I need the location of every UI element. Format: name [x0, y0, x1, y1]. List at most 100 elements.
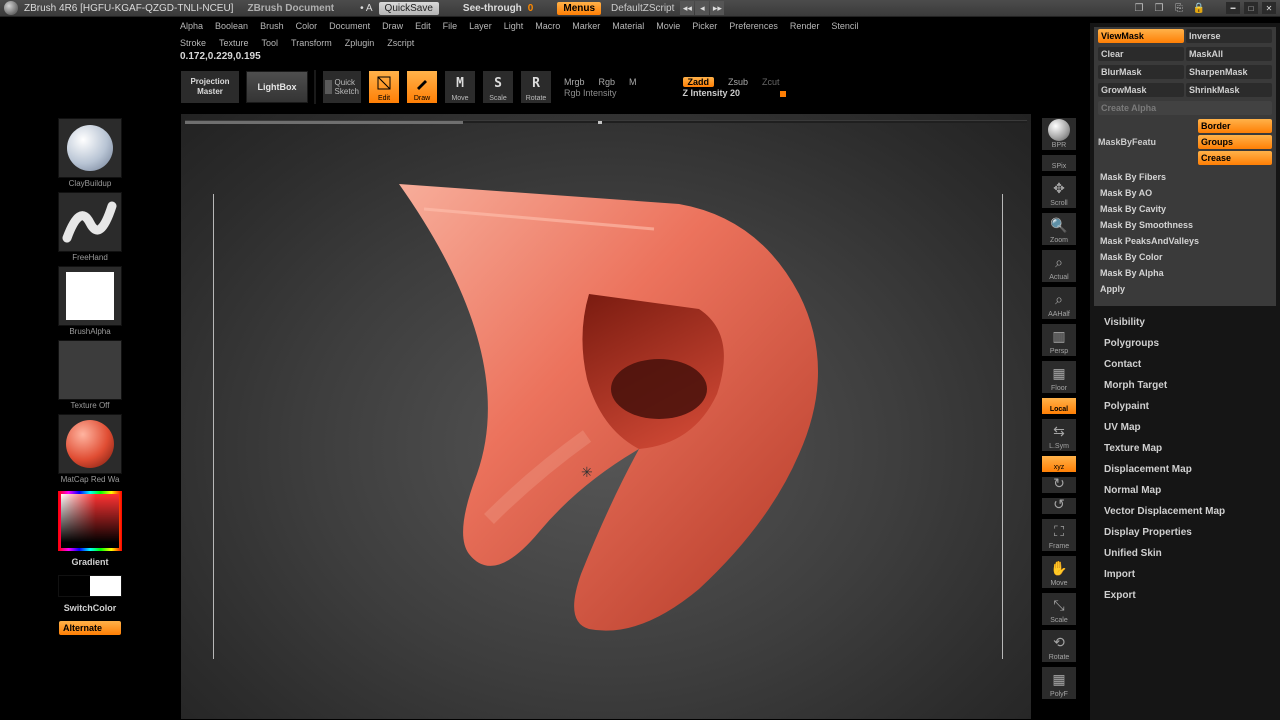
- alternate-button[interactable]: Alternate: [59, 621, 121, 635]
- menu-dot-a[interactable]: • A: [360, 3, 372, 14]
- section-polygroups[interactable]: Polygroups: [1100, 333, 1270, 354]
- section-morphtarget[interactable]: Morph Target: [1100, 375, 1270, 396]
- mask-by-smoothness[interactable]: Mask By Smoothness: [1098, 217, 1272, 233]
- rot-y-button[interactable]: ↻: [1041, 476, 1077, 494]
- rotate-view-button[interactable]: ⟲Rotate: [1041, 629, 1077, 663]
- mask-peaksvalleys[interactable]: Mask PeaksAndValleys: [1098, 233, 1272, 249]
- zsub-toggle[interactable]: Zsub: [728, 77, 748, 87]
- menu-render[interactable]: Render: [790, 21, 820, 31]
- rotate-mode-button[interactable]: RRotate: [520, 70, 552, 104]
- groups-button[interactable]: Groups: [1198, 135, 1272, 149]
- stroke-slot[interactable]: FreeHand: [58, 192, 122, 262]
- maximize-icon[interactable]: □: [1244, 2, 1258, 14]
- switchcolor-label[interactable]: SwitchColor: [4, 603, 176, 613]
- lock-icon[interactable]: 🔒: [1192, 1, 1206, 15]
- menu-brush[interactable]: Brush: [260, 21, 284, 31]
- section-texturemap[interactable]: Texture Map: [1100, 438, 1270, 459]
- section-import[interactable]: Import: [1100, 564, 1270, 585]
- clear-button[interactable]: Clear: [1098, 47, 1184, 61]
- mask-by-cavity[interactable]: Mask By Cavity: [1098, 201, 1272, 217]
- color-picker[interactable]: [58, 491, 122, 551]
- texture-slot[interactable]: Texture Off: [58, 340, 122, 410]
- nav-prev-icon[interactable]: ◂: [695, 1, 709, 15]
- section-polypaint[interactable]: Polypaint: [1100, 396, 1270, 417]
- seethrough-value[interactable]: 0: [528, 3, 534, 14]
- scale-mode-button[interactable]: SScale: [482, 70, 514, 104]
- aahalf-button[interactable]: ⌕AAHalf: [1041, 286, 1077, 320]
- menu-draw[interactable]: Draw: [382, 21, 403, 31]
- section-displayprops[interactable]: Display Properties: [1100, 522, 1270, 543]
- mask-apply[interactable]: Apply: [1098, 281, 1272, 297]
- section-normalmap[interactable]: Normal Map: [1100, 480, 1270, 501]
- menu-material[interactable]: Material: [612, 21, 644, 31]
- floor-button[interactable]: ▦Floor: [1041, 360, 1077, 394]
- edit-mode-button[interactable]: Edit: [368, 70, 400, 104]
- actual-button[interactable]: ⌕Actual: [1041, 249, 1077, 283]
- crease-button[interactable]: Crease: [1198, 151, 1272, 165]
- rgb-intensity-slider[interactable]: Rgb Intensity: [564, 88, 637, 98]
- xyz-button[interactable]: xyz: [1041, 455, 1077, 473]
- menu-zscript[interactable]: Zscript: [387, 38, 414, 48]
- menu-boolean[interactable]: Boolean: [215, 21, 248, 31]
- quicksketch-button[interactable]: QuickSketch: [322, 70, 362, 104]
- menu-preferences[interactable]: Preferences: [729, 21, 778, 31]
- menu-texture[interactable]: Texture: [219, 38, 249, 48]
- scale-view-button[interactable]: ⤡Scale: [1041, 592, 1077, 626]
- sharpenmask-button[interactable]: SharpenMask: [1186, 65, 1272, 79]
- shrinkmask-button[interactable]: ShrinkMask: [1186, 83, 1272, 97]
- viewport[interactable]: ✳: [180, 113, 1032, 720]
- switch-color-swatches[interactable]: [58, 575, 122, 597]
- nav-next-icon[interactable]: ▸▸: [710, 1, 724, 15]
- menu-file[interactable]: File: [443, 21, 458, 31]
- tray-icon-1[interactable]: ❐: [1132, 1, 1146, 15]
- mask-by-ao[interactable]: Mask By AO: [1098, 185, 1272, 201]
- menu-movie[interactable]: Movie: [656, 21, 680, 31]
- alpha-slot[interactable]: BrushAlpha: [58, 266, 122, 336]
- lsym-button[interactable]: ⇆L.Sym: [1041, 418, 1077, 452]
- tray-icon-2[interactable]: ❐: [1152, 1, 1166, 15]
- section-contact[interactable]: Contact: [1100, 354, 1270, 375]
- zadd-toggle[interactable]: Zadd: [683, 77, 715, 87]
- lightbox-button[interactable]: LightBox: [246, 71, 308, 103]
- timeline-bar[interactable]: [185, 120, 1027, 123]
- menu-macro[interactable]: Macro: [535, 21, 560, 31]
- zcut-toggle[interactable]: Zcut: [762, 77, 780, 87]
- menu-picker[interactable]: Picker: [692, 21, 717, 31]
- bpr-button[interactable]: BPR: [1041, 117, 1077, 151]
- menu-color[interactable]: Color: [296, 21, 318, 31]
- inverse-button[interactable]: Inverse: [1186, 29, 1272, 43]
- menu-zplugin[interactable]: Zplugin: [345, 38, 375, 48]
- menu-tool[interactable]: Tool: [262, 38, 279, 48]
- menu-stroke[interactable]: Stroke: [180, 38, 206, 48]
- minimize-icon[interactable]: ━: [1226, 2, 1240, 14]
- mask-by-color[interactable]: Mask By Color: [1098, 249, 1272, 265]
- polyf-button[interactable]: ▦PolyF: [1041, 666, 1077, 700]
- menu-transform[interactable]: Transform: [291, 38, 332, 48]
- section-displacement[interactable]: Displacement Map: [1100, 459, 1270, 480]
- mask-by-fibers[interactable]: Mask By Fibers: [1098, 169, 1272, 185]
- section-export[interactable]: Export: [1100, 585, 1270, 606]
- section-unifiedskin[interactable]: Unified Skin: [1100, 543, 1270, 564]
- menu-stencil[interactable]: Stencil: [831, 21, 858, 31]
- tray-icon-3[interactable]: ⎘: [1172, 1, 1186, 15]
- draw-mode-button[interactable]: Draw: [406, 70, 438, 104]
- zoom-button[interactable]: 🔍Zoom: [1041, 212, 1077, 246]
- growmask-button[interactable]: GrowMask: [1098, 83, 1184, 97]
- maskall-button[interactable]: MaskAll: [1186, 47, 1272, 61]
- viewmask-button[interactable]: ViewMask: [1098, 29, 1184, 43]
- gradient-button[interactable]: Gradient: [4, 557, 176, 567]
- frame-button[interactable]: ⛶Frame: [1041, 518, 1077, 552]
- z-intensity-slider[interactable]: Z Intensity 20: [683, 88, 780, 98]
- section-vectordisp[interactable]: Vector Displacement Map: [1100, 501, 1270, 522]
- mrgb-toggle[interactable]: Mrgb: [564, 77, 585, 87]
- brush-slot[interactable]: ClayBuildup: [58, 118, 122, 188]
- section-visibility[interactable]: Visibility: [1100, 312, 1270, 333]
- material-slot[interactable]: MatCap Red Wa: [58, 414, 122, 484]
- menu-layer[interactable]: Layer: [469, 21, 492, 31]
- rot-z-button[interactable]: ↺: [1041, 497, 1077, 515]
- projection-master-button[interactable]: ProjectionMaster: [180, 70, 240, 104]
- m-toggle[interactable]: M: [629, 77, 637, 87]
- section-uvmap[interactable]: UV Map: [1100, 417, 1270, 438]
- nav-first-icon[interactable]: ◂◂: [680, 1, 694, 15]
- menu-marker[interactable]: Marker: [572, 21, 600, 31]
